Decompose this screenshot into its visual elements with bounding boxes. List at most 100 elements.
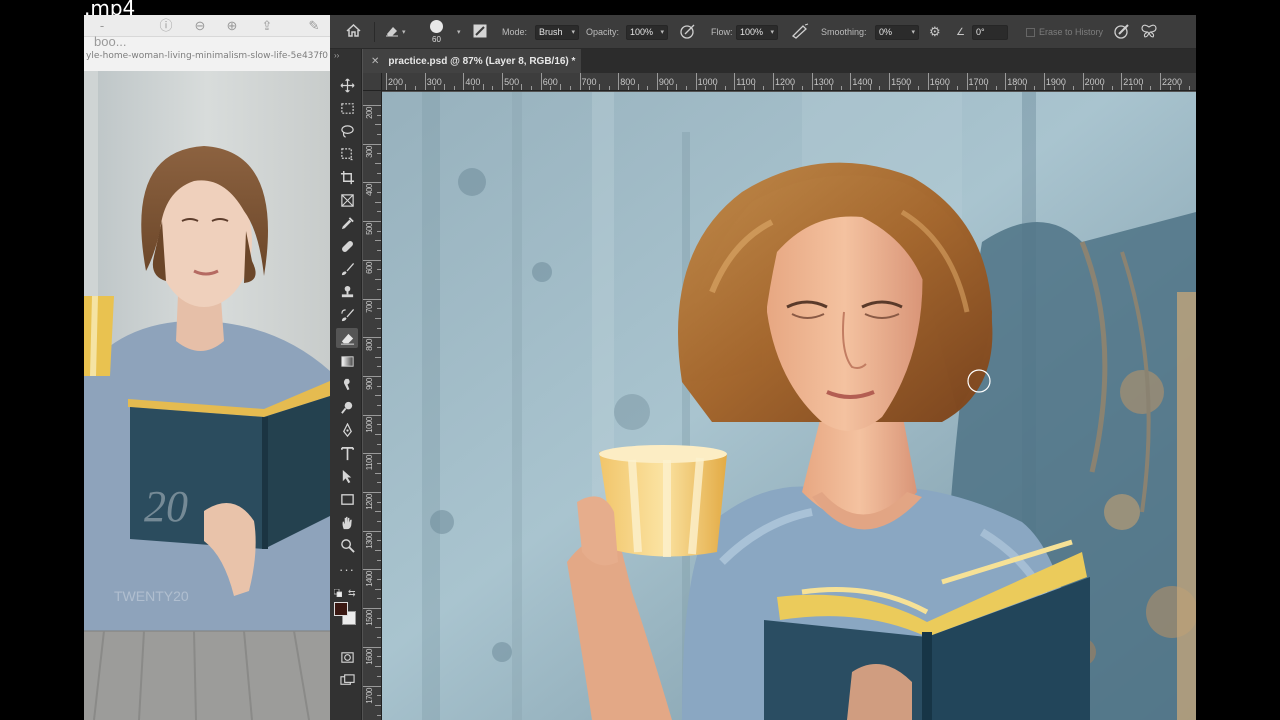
reference-photo: 20 TWENTY20 [84,71,330,720]
pen-tool[interactable] [336,420,358,440]
rectangle-icon [340,493,354,505]
ruler-minor-tick [840,86,842,90]
edit-icon[interactable]: ✎ [306,18,322,34]
ruler-minor-tick [521,84,523,90]
ruler-minor-tick [879,86,881,90]
dodge-tool[interactable] [336,397,358,417]
move-tool[interactable] [336,75,358,95]
ruler-minor-tick [375,201,381,203]
mode-label-wrap: Mode: [502,15,527,49]
angle-field[interactable]: 0° [972,24,1008,40]
ruler-minor-tick [377,269,381,271]
tool-preset-picker[interactable]: ▾ [385,15,406,49]
gradient-tool[interactable] [336,351,358,371]
ruler-tick [850,73,852,90]
ruler-tick [1005,73,1007,90]
pressure-size-toggle[interactable] [1114,15,1130,49]
ruler-minor-tick [377,482,381,484]
chevron-down-icon: ▾ [911,29,915,36]
vertical-ruler[interactable]: 200 300 400 500 600 700 800 900 1000 1100 1200 1300… [363,91,382,720]
swap-colors-icon[interactable]: ⇆ [348,588,356,599]
zoom-tool[interactable] [336,535,358,555]
move-icon [340,78,354,92]
clone-stamp-tool[interactable] [336,282,358,302]
edit-toolbar-button[interactable]: ··· [336,559,358,579]
ruler-label: 1700 [365,687,374,704]
opacity-field[interactable]: 100% ▾ [626,24,668,40]
frame-tool[interactable] [336,190,358,210]
mode-select[interactable]: Brush ▾ [535,24,579,40]
brush-size-picker[interactable]: 60 [430,15,443,49]
hand-tool[interactable] [336,512,358,532]
ruler-label: 1400 [365,571,374,588]
ruler-label: 800 [365,339,374,352]
ruler-tick [579,73,581,90]
eraser-tool[interactable] [336,328,358,348]
ruler-minor-tick [908,84,910,90]
document-tab[interactable]: ✕ practice.psd @ 87% (Layer 8, RGB/16) * [363,49,581,73]
pressure-opacity-toggle[interactable] [680,15,696,49]
foreground-color-swatch[interactable] [334,602,348,616]
document-canvas[interactable] [382,92,1196,720]
airbrush-toggle[interactable] [791,15,809,49]
type-tool[interactable] [336,443,358,463]
page-title-fragment: -boo... [94,18,127,49]
ruler-minor-tick [377,695,381,697]
ruler-minor-tick [860,86,862,90]
collapse-icon[interactable]: ›› [334,51,339,60]
ruler-minor-tick [453,86,455,90]
ruler-label: 400 [365,184,374,197]
zoom-out-icon[interactable]: ⊖ [192,18,208,34]
ruler-minor-tick [377,250,381,252]
ruler-minor-tick [685,86,687,90]
object-selection-tool[interactable] [336,144,358,164]
eraser-icon [385,25,399,40]
quick-mask-button[interactable] [336,647,358,667]
ruler-minor-tick [560,84,562,90]
share-icon[interactable]: ⇪ [259,18,275,34]
reference-browser-window: -boo... ⓘ ⊖ ⊕ ⇪ ✎ yle-home-woman-living-… [84,15,330,720]
history-brush-tool[interactable] [336,305,358,325]
brush-tool[interactable] [336,259,358,279]
brush-size-chevron[interactable]: ▾ [454,15,461,49]
ruler-minor-tick [724,86,726,90]
path-selection-tool[interactable] [336,466,358,486]
ruler-tick [656,73,658,90]
smoothing-options-button[interactable]: ⚙ [929,15,941,49]
horizontal-ruler[interactable]: 200 300 400 500 600 700 800 900 1000 1100 1200 1300… [382,73,1196,91]
marquee-tool[interactable] [336,98,358,118]
ruler-minor-tick [956,86,958,90]
crop-tool[interactable] [336,167,358,187]
smoothing-field[interactable]: 0% ▾ [875,24,919,40]
smoothing-label: Smoothing: [821,27,867,37]
eyedropper-tool[interactable] [336,213,358,233]
ruler-minor-tick [1150,86,1152,90]
home-button[interactable] [346,15,361,49]
quick-mask-icon [340,651,354,663]
smudge-tool[interactable] [336,374,358,394]
ruler-minor-tick [947,84,949,90]
ruler-label: 200 [365,107,374,119]
ruler-minor-tick [375,433,381,435]
symmetry-button[interactable] [1141,15,1157,49]
close-icon[interactable]: ✕ [371,56,379,67]
default-colors-icon[interactable] [334,589,342,597]
mode-select-wrap: Brush ▾ [535,15,579,49]
info-icon[interactable]: ⓘ [158,18,174,34]
erase-to-history-checkbox[interactable] [1026,27,1035,37]
flow-label-wrap: Flow: [711,15,733,49]
lasso-tool[interactable] [336,121,358,141]
lasso-icon [340,124,354,138]
ruler-minor-tick [1140,84,1142,90]
brush-settings-toggle[interactable] [473,15,487,49]
rectangle-tool[interactable] [336,489,358,509]
ruler-tick [386,73,387,90]
eraser-icon [340,333,354,345]
healing-brush-tool[interactable] [336,236,358,256]
ruler-minor-tick [395,86,397,90]
ruler-minor-tick [377,230,381,232]
ruler-origin[interactable] [363,73,382,91]
flow-field[interactable]: 100% ▾ [736,24,778,40]
screen-mode-button[interactable] [336,670,358,690]
zoom-in-icon[interactable]: ⊕ [224,18,240,34]
